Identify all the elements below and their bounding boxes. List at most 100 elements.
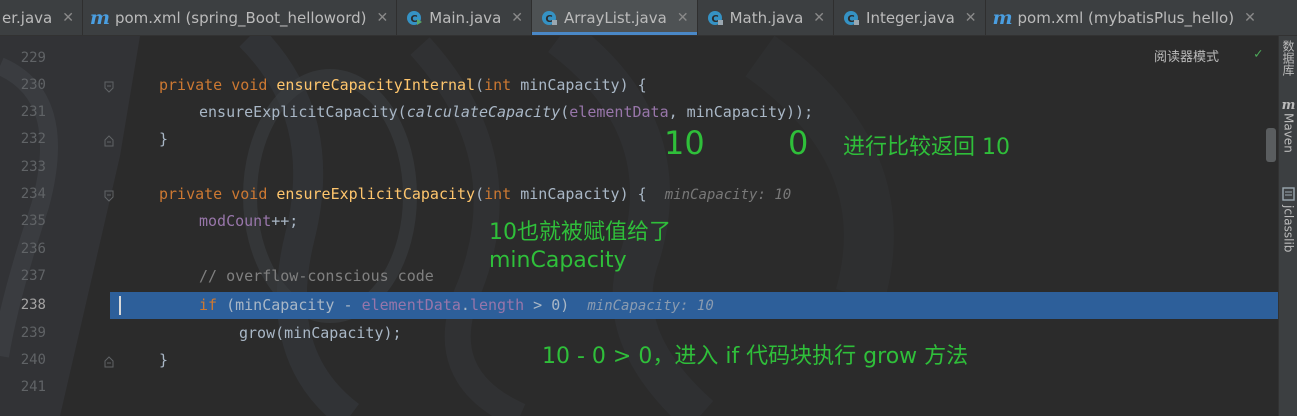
- tab-label: pom.xml (spring_Boot_helloword): [114, 8, 367, 27]
- annotation-assigned: 10也就被赋值给了: [489, 220, 671, 245]
- brace: }: [159, 351, 169, 369]
- keyword: int: [484, 185, 512, 203]
- svg-text:C: C: [411, 14, 418, 25]
- line-number: 234: [20, 186, 46, 202]
- tab-pom-spring-boot[interactable]: m pom.xml (spring_Boot_helloword) ✕: [83, 0, 396, 35]
- close-icon[interactable]: ✕: [965, 10, 977, 26]
- code-line-234: private void ensureExplicitCapacity(int …: [110, 181, 1278, 208]
- tab-pom-mybatisplus[interactable]: m pom.xml (mybatisPlus_hello) ✕: [986, 0, 1264, 35]
- line-number: 230: [20, 77, 46, 93]
- code-rest: ++;: [271, 212, 299, 230]
- check-icon[interactable]: ✓: [1254, 46, 1262, 62]
- method-name: ensureCapacityInternal: [276, 76, 476, 94]
- close-icon[interactable]: ✕: [813, 10, 825, 26]
- keyword: private: [159, 185, 223, 203]
- inline-debug-hint: minCapacity: 10: [664, 187, 792, 203]
- annotation-enter-if: 10 - 0 > 0，进入 if 代码块执行 grow 方法: [542, 344, 969, 369]
- code-rest: , minCapacity));: [668, 103, 814, 121]
- line-number: 233: [20, 159, 46, 175]
- tab-label: er.java: [2, 8, 53, 27]
- code-part: .: [460, 296, 470, 314]
- tool-jclasslib[interactable]: jclasslib: [1279, 186, 1297, 252]
- annotation-mincapacity: minCapacity: [489, 248, 627, 273]
- field-ref: elementData: [569, 103, 669, 121]
- tab-label: Math.java: [729, 8, 804, 27]
- tool-database[interactable]: 数据库: [1279, 40, 1297, 76]
- right-tool-window-bar: 数据库 m Maven jclasslib: [1278, 36, 1297, 416]
- brace: }: [159, 130, 169, 148]
- keyword: private: [159, 76, 223, 94]
- java-class-locked-icon: C: [842, 9, 860, 27]
- tool-label: Maven: [1281, 113, 1296, 153]
- tab-label: Integer.java: [866, 8, 955, 27]
- line-number: 237: [20, 268, 46, 284]
- reader-mode-button[interactable]: 阅读器模式: [1154, 46, 1219, 65]
- tab-label: ArrayList.java: [564, 8, 667, 27]
- maven-icon: m: [89, 6, 111, 29]
- editor-gutter: 229 230 231 232 233 234 235 236 237 238 …: [0, 36, 114, 416]
- code-line-230: private void ensureCapacityInternal(int …: [110, 72, 1278, 99]
- java-class-icon: C: [540, 9, 558, 27]
- paren: (: [475, 185, 485, 203]
- field-ref: modCount: [199, 212, 272, 230]
- keyword: if: [199, 296, 218, 314]
- line-number: 235: [20, 213, 46, 229]
- tab-integer-java[interactable]: C Integer.java ✕: [834, 0, 985, 35]
- svg-text:C: C: [711, 14, 718, 25]
- method-call-static: calculateCapacity: [406, 103, 561, 121]
- param: minCapacity) {: [511, 76, 647, 94]
- java-class-locked-icon: C: [706, 9, 724, 27]
- keyword: int: [484, 76, 512, 94]
- maven-icon: m: [1281, 98, 1296, 113]
- java-class-run-icon: C: [405, 9, 423, 27]
- tab-er-java[interactable]: er.java ✕: [0, 0, 82, 35]
- tab-label: pom.xml (mybatisPlus_hello): [1017, 8, 1235, 27]
- maven-icon: m: [992, 6, 1013, 29]
- line-number: 229: [20, 50, 46, 66]
- method-name: ensureExplicitCapacity: [276, 185, 476, 203]
- method-call: grow(minCapacity);: [239, 324, 402, 342]
- code-comment: // overflow-conscious code: [199, 267, 434, 285]
- tool-label: jclasslib: [1281, 205, 1296, 253]
- annotation-ten: 10: [664, 124, 705, 162]
- tab-math-java[interactable]: C Math.java ✕: [698, 0, 833, 35]
- close-icon[interactable]: ✕: [511, 10, 523, 26]
- line-number: 239: [20, 325, 46, 341]
- scrollbar-thumb[interactable]: [1266, 128, 1276, 162]
- editor-tab-bar: er.java ✕ m pom.xml (spring_Boot_hellowo…: [0, 0, 1297, 36]
- paren: (: [560, 103, 570, 121]
- close-icon[interactable]: ✕: [677, 10, 689, 26]
- text-caret: [119, 296, 121, 315]
- code-line-237: // overflow-conscious code: [110, 263, 1278, 290]
- keyword: void: [231, 76, 268, 94]
- method-call: ensureExplicitCapacity(: [199, 103, 407, 121]
- line-number-current: 238: [20, 297, 46, 313]
- annotation-compare: 进行比较返回 10: [843, 135, 1010, 160]
- param: minCapacity) {: [511, 185, 647, 203]
- line-number: 231: [20, 104, 46, 120]
- field-ref: length: [469, 296, 525, 314]
- paren: (: [475, 76, 485, 94]
- tool-maven[interactable]: m Maven: [1279, 98, 1297, 153]
- close-icon[interactable]: ✕: [62, 10, 74, 26]
- line-number: 240: [20, 352, 46, 368]
- field-ref: elementData: [361, 296, 461, 314]
- tab-label: Main.java: [429, 8, 502, 27]
- line-number: 236: [20, 241, 46, 257]
- code-line-231: ensureExplicitCapacity(calculateCapacity…: [110, 99, 1278, 126]
- tab-arraylist-java[interactable]: C ArrayList.java ✕: [532, 0, 697, 35]
- svg-text:C: C: [847, 14, 854, 25]
- code-line-238-current: if (minCapacity - elementData.length > 0…: [110, 292, 1278, 319]
- annotation-zero: 0: [788, 124, 809, 162]
- close-icon[interactable]: ✕: [377, 10, 389, 26]
- tool-label: 数据库: [1281, 40, 1295, 76]
- line-number: 232: [20, 131, 46, 147]
- line-number: 241: [20, 379, 46, 395]
- tab-main-java[interactable]: C Main.java ✕: [397, 0, 531, 35]
- svg-text:C: C: [545, 14, 552, 25]
- code-part: > 0): [524, 296, 570, 314]
- close-icon[interactable]: ✕: [1244, 10, 1256, 26]
- keyword: void: [231, 185, 268, 203]
- inline-debug-hint: minCapacity: 10: [587, 298, 714, 314]
- jclasslib-icon: [1282, 187, 1295, 201]
